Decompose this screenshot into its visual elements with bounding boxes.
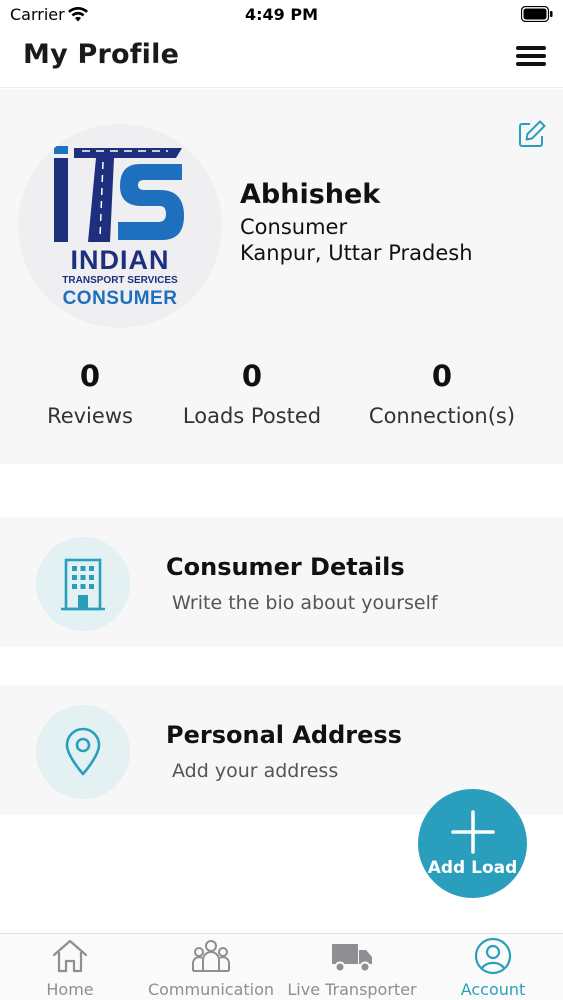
home-icon [52, 939, 88, 973]
edit-icon[interactable] [517, 119, 547, 149]
stat-value: 0 [241, 359, 263, 393]
stat-value: 0 [431, 359, 453, 393]
account-icon [474, 937, 512, 975]
plus-icon [451, 810, 495, 854]
nav-bar: My Profile [0, 30, 563, 88]
tab-home[interactable]: Home [20, 934, 120, 1000]
its-logo-mark [54, 146, 184, 242]
stat-label: Reviews [47, 404, 133, 428]
tab-live-transporter[interactable]: Live Transporter [285, 934, 419, 1000]
status-time: 4:49 PM [244, 5, 318, 24]
profile-card: INDIAN TRANSPORT SERVICES CONSUMER Abhis… [0, 89, 563, 464]
company-logo: INDIAN TRANSPORT SERVICES CONSUMER [18, 124, 222, 328]
add-load-label: Add Load [427, 858, 518, 878]
battery-icon [521, 6, 553, 22]
stat-value: 0 [79, 359, 101, 393]
people-icon [192, 940, 230, 972]
add-load-button[interactable]: Add Load [418, 789, 527, 898]
logo-line-consumer: CONSUMER [62, 288, 178, 309]
consumer-details-subtitle: Write the bio about yourself [172, 592, 438, 614]
tab-bar: Home Communication Live Transporter Acco… [0, 933, 563, 1000]
location-pin-icon [65, 727, 101, 776]
tab-communication[interactable]: Communication [146, 934, 276, 1000]
tab-home-label: Home [46, 980, 94, 999]
logo-line-indian: INDIAN [70, 245, 170, 275]
section-icon-wrapper [36, 537, 130, 631]
tab-account-label: Account [460, 980, 526, 999]
tab-communication-label: Communication [147, 980, 275, 999]
personal-address-subtitle: Add your address [172, 760, 339, 782]
truck-icon [332, 944, 372, 973]
status-bar: Carrier 4:49 PM [0, 0, 563, 30]
profile-name: Abhishek [240, 179, 381, 210]
profile-location: Kanpur, Uttar Pradesh [240, 241, 473, 265]
page-title: My Profile [23, 39, 180, 70]
consumer-details-card[interactable]: Consumer Details Write the bio about you… [0, 517, 563, 647]
section-icon-wrapper [36, 705, 130, 799]
personal-address-title: Personal Address [166, 721, 402, 749]
stat-reviews[interactable]: 0 Reviews [35, 359, 145, 428]
logo-line-transport: TRANSPORT SERVICES [62, 275, 178, 286]
consumer-details-title: Consumer Details [166, 553, 405, 581]
stat-loads-posted[interactable]: 0 Loads Posted [172, 359, 332, 428]
stat-label: Loads Posted [182, 404, 322, 428]
profile-role: Consumer [240, 215, 348, 239]
stat-label: Connection(s) [368, 404, 516, 428]
building-icon [61, 558, 105, 611]
tab-account[interactable]: Account [443, 934, 543, 1000]
hamburger-menu-icon[interactable] [516, 46, 546, 68]
stat-connections[interactable]: 0 Connection(s) [360, 359, 524, 428]
tab-live-transporter-label: Live Transporter [287, 980, 417, 999]
